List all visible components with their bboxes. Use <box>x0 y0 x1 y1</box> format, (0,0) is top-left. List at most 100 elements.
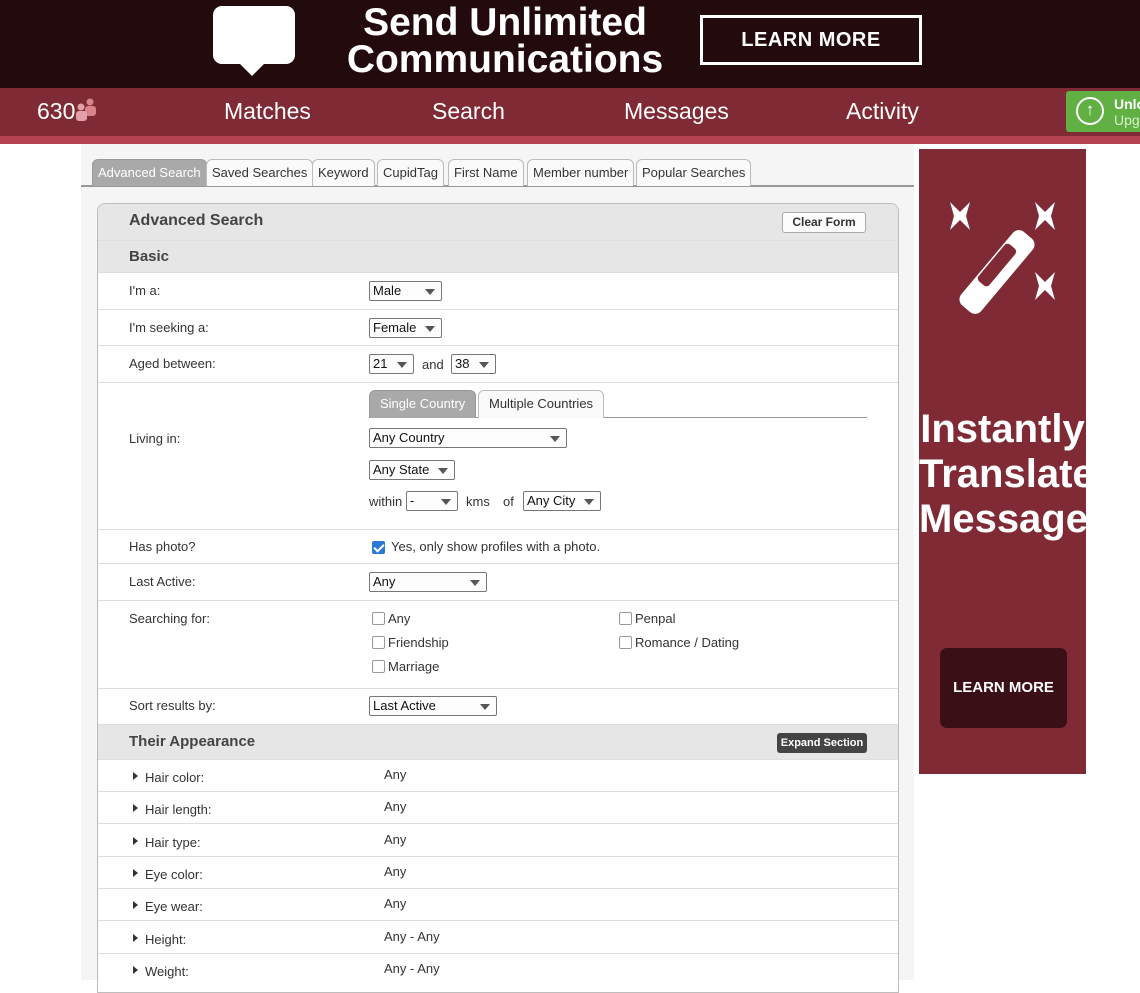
ad-headline: Send Unlimited Communications <box>346 1 664 81</box>
age-max-select[interactable]: 38 <box>451 354 496 374</box>
tab-member-number[interactable]: Member number <box>527 159 635 186</box>
upgrade-button[interactable]: ↑ Unlo Upgr <box>1066 91 1140 132</box>
tab-keyword[interactable]: Keyword <box>312 159 375 186</box>
appearance-row-label: Weight: <box>145 964 189 979</box>
state-select[interactable]: Any State <box>369 460 455 480</box>
navbar-strip <box>0 136 1140 144</box>
last-active-select[interactable]: Any <box>369 572 487 592</box>
appearance-row-value: Any - Any <box>384 929 440 944</box>
tab-advanced-search[interactable]: Advanced Search <box>92 159 207 186</box>
tab-saved-searches[interactable]: Saved Searches <box>206 159 314 186</box>
appearance-row-height[interactable]: Height: Any - Any <box>98 921 898 954</box>
basic-section-header: Basic <box>98 241 898 273</box>
appearance-row-label: Eye color: <box>145 867 203 882</box>
within-text: within <box>369 494 403 509</box>
appearance-row-label: Eye wear: <box>145 899 203 914</box>
chevron-down-icon <box>397 362 407 368</box>
caret-right-icon <box>133 966 138 974</box>
tab-popular-searches[interactable]: Popular Searches <box>636 159 752 186</box>
appearance-row-value: Any <box>384 864 407 879</box>
age-min-select[interactable]: 21 <box>369 354 414 374</box>
side-ad-headline: Instantly Translate Messages <box>919 407 1111 541</box>
searching-romance-label: Romance / Dating <box>635 635 740 650</box>
nav-activity[interactable]: Activity <box>846 98 919 125</box>
searching-penpal-checkbox[interactable] <box>619 612 632 625</box>
appearance-row-value: Any <box>384 799 407 814</box>
seeking-label: I'm seeking a: <box>129 320 209 335</box>
chevron-down-icon <box>425 326 435 332</box>
appearance-row-eye-color[interactable]: Eye color: Any <box>98 857 898 889</box>
living-label: Living in: <box>129 431 181 446</box>
searching-marriage-label: Marriage <box>388 659 440 674</box>
caret-right-icon <box>133 837 138 845</box>
nav-search[interactable]: Search <box>432 98 505 125</box>
advanced-search-panel: Advanced Search Clear Form Basic I'm a: … <box>97 203 899 993</box>
appearance-row-value: Any <box>384 832 407 847</box>
photo-text: Yes, only show profiles with a photo. <box>391 539 601 554</box>
searching-marriage-checkbox[interactable] <box>372 660 385 673</box>
photo-checkbox[interactable] <box>372 541 385 554</box>
searching-label: Searching for: <box>129 611 210 626</box>
appearance-row-label: Height: <box>145 932 187 947</box>
caret-right-icon <box>133 804 138 812</box>
tab-single-country[interactable]: Single Country <box>369 390 477 418</box>
appearance-row-weight[interactable]: Weight: Any - Any <box>98 954 898 992</box>
side-ad[interactable]: Instantly Translate Messages LEARN MORE <box>919 149 1111 774</box>
side-ad-learn-more-button[interactable]: LEARN MORE <box>940 648 1067 728</box>
caret-right-icon <box>133 869 138 877</box>
chevron-down-icon <box>438 468 448 474</box>
arrow-up-circle-icon: ↑ <box>1076 97 1104 125</box>
photo-label: Has photo? <box>129 539 196 554</box>
city-select[interactable]: Any City <box>523 491 601 511</box>
sort-row: Sort results by: Last Active <box>98 689 898 725</box>
online-count[interactable]: 630 <box>37 98 75 125</box>
nav-matches[interactable]: Matches <box>224 98 311 125</box>
age-row: Aged between: 21 and 38 <box>98 346 898 383</box>
nav-messages[interactable]: Messages <box>624 98 729 125</box>
tab-multiple-countries[interactable]: Multiple Countries <box>478 390 605 418</box>
tab-cupidtag[interactable]: CupidTag <box>377 159 444 186</box>
ad-learn-more-button[interactable]: LEARN MORE <box>700 15 922 65</box>
appearance-row-hair-length[interactable]: Hair length: Any <box>98 792 898 824</box>
appearance-row-eye-wear[interactable]: Eye wear: Any <box>98 889 898 921</box>
photo-row: Has photo? Yes, only show profiles with … <box>98 530 898 564</box>
searching-any-checkbox[interactable] <box>372 612 385 625</box>
seeking-select[interactable]: Female <box>369 318 442 338</box>
searching-friendship-checkbox[interactable] <box>372 636 385 649</box>
appearance-row-value: Any <box>384 767 407 782</box>
clear-form-button[interactable]: Clear Form <box>782 212 866 233</box>
last-active-label: Last Active: <box>129 574 196 589</box>
chevron-down-icon <box>584 499 594 505</box>
appearance-section-header: Their Appearance Expand Section <box>98 725 898 760</box>
tab-first-name[interactable]: First Name <box>448 159 524 186</box>
panel-header: Advanced Search Clear Form <box>98 204 898 241</box>
chevron-down-icon <box>480 704 490 710</box>
gender-row: I'm a: Male <box>98 273 898 310</box>
caret-right-icon <box>133 901 138 909</box>
gender-select[interactable]: Male <box>369 281 442 301</box>
search-tabs: Advanced Search Saved Searches Keyword C… <box>81 159 914 187</box>
magic-wand-icon <box>950 202 1055 314</box>
last-active-row: Last Active: Any <box>98 564 898 601</box>
sort-label: Sort results by: <box>129 698 216 713</box>
age-label: Aged between: <box>129 356 216 371</box>
searching-row: Searching for: Any Friendship Marriage P… <box>98 601 898 689</box>
appearance-row-hair-type[interactable]: Hair type: Any <box>98 824 898 857</box>
country-select[interactable]: Any Country <box>369 428 567 448</box>
appearance-row-hair-color[interactable]: Hair color: Any <box>98 760 898 792</box>
panel-title: Advanced Search <box>129 212 264 229</box>
searching-penpal-label: Penpal <box>635 611 676 626</box>
appearance-row-label: Hair type: <box>145 835 201 850</box>
chevron-down-icon <box>441 499 451 505</box>
distance-select[interactable]: - <box>406 491 458 511</box>
caret-right-icon <box>133 772 138 780</box>
sort-select[interactable]: Last Active <box>369 696 497 716</box>
people-icon[interactable] <box>75 98 97 122</box>
age-and-text: and <box>422 357 444 372</box>
chevron-down-icon <box>479 362 489 368</box>
kms-text: kms <box>466 494 490 509</box>
searching-romance-checkbox[interactable] <box>619 636 632 649</box>
expand-section-button[interactable]: Expand Section <box>777 733 867 753</box>
top-banner-ad[interactable]: Send Unlimited Communications LEARN MORE <box>0 0 1140 88</box>
appearance-row-value: Any <box>384 896 407 911</box>
